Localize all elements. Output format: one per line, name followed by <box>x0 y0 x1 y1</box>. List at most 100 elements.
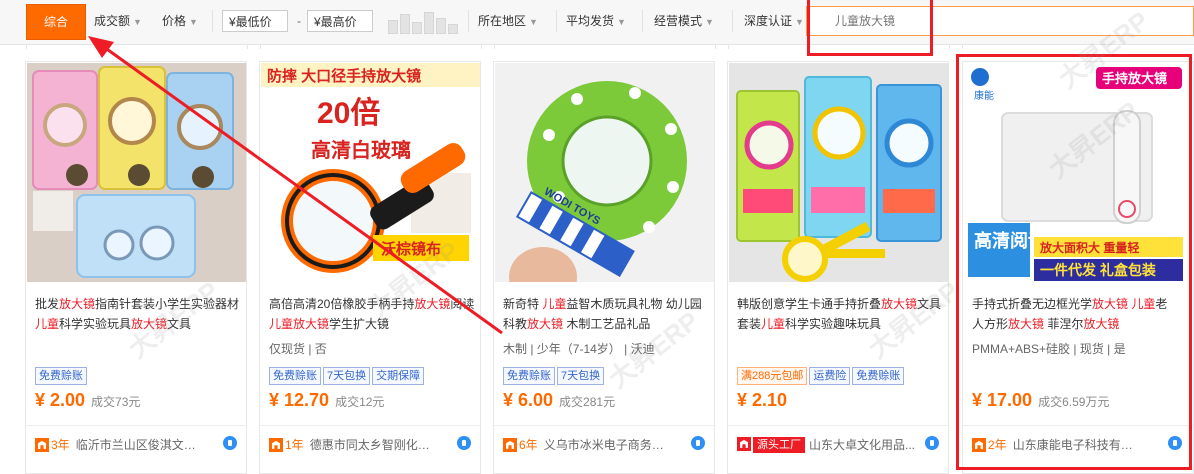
price-max-input[interactable]: ¥最高价 <box>307 10 373 32</box>
product-title[interactable]: 高倍高清20倍橡胶手柄手持放大镜阅读儿童放大镜学生扩大镜 <box>269 294 475 334</box>
shop-badge-icon <box>503 437 517 452</box>
service-tag: 免费赊账 <box>503 367 555 385</box>
price-row: ¥ 2.00 成交73元 <box>35 390 140 411</box>
seller-row[interactable]: 6年 义乌市冰米电子商务商行 <box>503 436 709 452</box>
divider <box>728 425 948 426</box>
product-title[interactable]: 韩版创意学生卡通手持折叠放大镜文具套装儿童科学实验趣味玩具 <box>737 294 943 334</box>
product-card[interactable]: 韩版创意学生卡通手持折叠放大镜文具套装儿童科学实验趣味玩具 满288元包邮 运费险… <box>727 61 949 474</box>
filter-certification-dropdown[interactable]: 深度认证 ▼ <box>744 4 804 38</box>
filter-business-label: 经营模式 <box>654 14 703 28</box>
seller-years: 6年 <box>519 438 538 452</box>
price-row: ¥ 2.10 <box>737 390 787 411</box>
product-attributes: 木制 | 少年（7-14岁） | 沃迪 <box>503 342 655 356</box>
shop-badge-icon <box>35 437 49 452</box>
divider <box>26 425 246 426</box>
sold-amount: 成交73元 <box>91 395 141 409</box>
divider <box>556 10 557 32</box>
price-range-dash: - <box>297 14 301 28</box>
product-card[interactable]: 防摔 大口径手持放大镜 20倍 高清白玻璃 沃棕镜布 高倍高清20倍橡胶手柄手持… <box>259 61 481 474</box>
service-tag: 免费赊账 <box>852 367 905 385</box>
chevron-down-icon: ▼ <box>133 17 142 27</box>
divider <box>26 44 248 49</box>
service-tag: 7天包换 <box>323 367 371 385</box>
price-row: ¥ 12.70 成交12元 <box>269 390 384 411</box>
divider <box>212 10 213 32</box>
search-box-highlight <box>807 0 933 56</box>
image-zoom-text: 20倍 <box>317 96 380 130</box>
sort-price-label: 价格 <box>162 14 187 28</box>
sort-price-tab[interactable]: 价格 ▼ <box>162 4 198 38</box>
product-card[interactable]: WODI TOYS 新奇特 儿童益智木质玩具礼物 幼儿园科教放大镜 木制工艺品礼… <box>493 61 715 474</box>
divider <box>642 10 643 32</box>
divider <box>962 44 1194 49</box>
divider <box>260 44 482 49</box>
service-tags: 免费赊账 <box>35 366 89 385</box>
chat-icon[interactable] <box>691 436 705 450</box>
divider <box>494 44 716 49</box>
image-label-text: 沃棕镜布 <box>381 240 441 258</box>
divider <box>468 10 469 32</box>
product-image[interactable] <box>27 63 246 282</box>
filter-shipping-dropdown[interactable]: 平均发货 ▼ <box>566 4 626 38</box>
divider <box>494 425 714 426</box>
product-title[interactable]: 批发放大镜指南针套装小学生实验器材儿童科学实验玩具放大镜文具 <box>35 294 241 334</box>
price: ¥ 6.00 <box>503 390 554 410</box>
price: ¥ 12.70 <box>269 390 330 410</box>
sold-amount: 成交12元 <box>335 395 385 409</box>
filter-region-dropdown[interactable]: 所在地区 ▼ <box>478 4 538 38</box>
source-factory-badge: 源头工厂 <box>753 437 805 453</box>
chevron-down-icon: ▼ <box>189 17 198 27</box>
sort-sales-label: 成交额 <box>94 14 131 28</box>
seller-row[interactable]: 1年 德惠市同太乡智刚化妆... <box>269 436 475 452</box>
seller-row[interactable]: 源头工厂 山东大卓文化用品... <box>737 436 943 453</box>
service-tag: 运费险 <box>809 367 851 385</box>
service-tags: 免费赊账 7天包换 交期保障 <box>269 366 426 385</box>
price: ¥ 2.00 <box>35 390 86 410</box>
product-title[interactable]: 新奇特 儿童益智木质玩具礼物 幼儿园科教放大镜 木制工艺品礼品 <box>503 294 709 334</box>
sort-filter-bar: 综合 成交额 ▼ 价格 ▼ ¥最低价 - ¥最高价 所在地区 ▼ 平均发货 ▼ 经营模式… <box>0 0 1194 45</box>
chevron-down-icon: ▼ <box>529 17 538 27</box>
seller-name[interactable]: 山东大卓文化用品... <box>809 436 915 453</box>
sort-sales-amount-tab[interactable]: 成交额 ▼ <box>94 4 142 38</box>
factory-badge-icon <box>737 436 751 451</box>
chevron-down-icon: ▼ <box>705 17 714 27</box>
price-row: ¥ 6.00 成交281元 <box>503 390 615 411</box>
filter-certification-label: 深度认证 <box>744 14 793 28</box>
service-tag: 免费赊账 <box>269 367 321 385</box>
product-card-highlight <box>956 54 1192 470</box>
product-image[interactable] <box>729 63 948 282</box>
service-tags: 满288元包邮 运费险 免费赊账 <box>737 366 906 385</box>
seller-row[interactable]: 3年 临沂市兰山区俊淇文具厂 <box>35 436 241 452</box>
sold-amount: 成交281元 <box>559 395 616 409</box>
price-min-input[interactable]: ¥最低价 <box>222 10 288 32</box>
seller-name[interactable]: 德惠市同太乡智刚化妆... <box>310 436 436 453</box>
image-banner-text: 防摔 大口径手持放大镜 <box>267 67 421 85</box>
seller-years: 3年 <box>51 438 70 452</box>
chat-icon[interactable] <box>925 436 939 450</box>
product-image[interactable]: WODI TOYS <box>495 63 714 282</box>
price-distribution-chart[interactable] <box>388 8 464 36</box>
chevron-down-icon: ▼ <box>617 17 626 27</box>
sort-comprehensive-tab[interactable]: 综合 <box>26 4 86 40</box>
shop-badge-icon <box>269 437 283 452</box>
product-card[interactable]: 批发放大镜指南针套装小学生实验器材儿童科学实验玩具放大镜文具 免费赊账 ¥ 2.… <box>25 61 247 474</box>
filter-shipping-label: 平均发货 <box>566 14 615 28</box>
filter-region-label: 所在地区 <box>478 14 527 28</box>
chevron-down-icon: ▼ <box>795 17 804 27</box>
service-tag: 7天包换 <box>557 367 605 385</box>
price: ¥ 2.10 <box>737 390 788 410</box>
image-glass-text: 高清白玻璃 <box>311 138 411 162</box>
service-tag: 交期保障 <box>372 367 425 385</box>
divider <box>260 425 480 426</box>
filter-business-mode-dropdown[interactable]: 经营模式 ▼ <box>654 4 714 38</box>
product-image[interactable]: 防摔 大口径手持放大镜 20倍 高清白玻璃 沃棕镜布 <box>261 63 480 282</box>
seller-name[interactable]: 临沂市兰山区俊淇文具厂 <box>76 436 202 453</box>
divider <box>732 10 733 32</box>
seller-name[interactable]: 义乌市冰米电子商务商行 <box>544 436 670 453</box>
product-attributes: 仅现货 | 否 <box>269 342 327 356</box>
seller-years: 1年 <box>285 438 304 452</box>
chat-icon[interactable] <box>457 436 471 450</box>
service-tag: 满288元包邮 <box>737 367 808 385</box>
chat-icon[interactable] <box>223 436 237 450</box>
service-tag: 免费赊账 <box>35 367 87 385</box>
